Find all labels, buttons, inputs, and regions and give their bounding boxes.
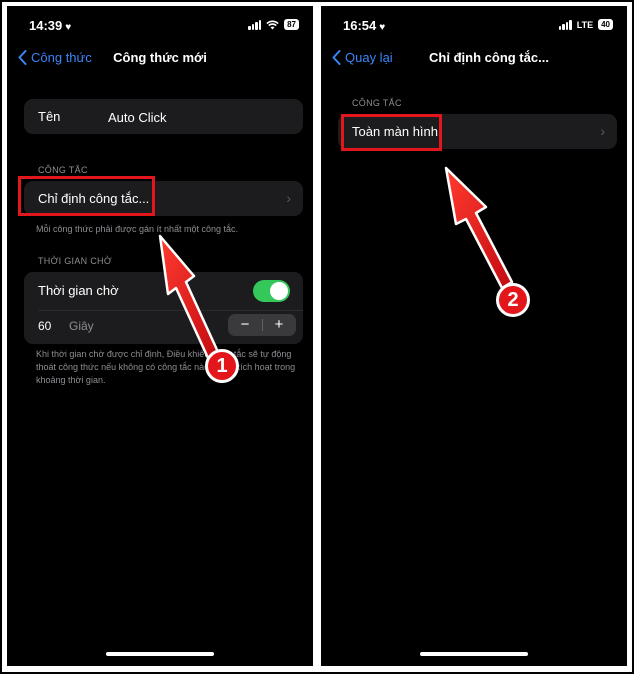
status-bar: 14:39 ♥ 87 xyxy=(7,18,313,34)
divider xyxy=(38,310,303,311)
switch-section-header: CÔNG TẮC xyxy=(38,165,88,175)
heart-icon: ♥ xyxy=(65,22,72,33)
status-time: 14:39 ♥ xyxy=(29,18,72,33)
home-indicator xyxy=(106,652,214,656)
battery-icon: 87 xyxy=(284,19,299,30)
highlight-box xyxy=(18,176,155,216)
timeout-toggle-label: Thời gian chờ xyxy=(38,283,119,298)
timeout-unit: Giây xyxy=(69,319,94,333)
cellular-signal-icon xyxy=(248,19,262,30)
name-value[interactable]: Auto Click xyxy=(108,110,167,125)
page-title: Chỉ định công tắc... xyxy=(429,50,549,65)
name-row[interactable]: Tên Auto Click xyxy=(24,99,303,134)
timeout-toggle[interactable] xyxy=(253,280,290,302)
highlight-box xyxy=(341,114,442,151)
chevron-right-icon: › xyxy=(286,190,291,206)
chevron-right-icon: › xyxy=(600,123,605,139)
status-time: 16:54 ♥ xyxy=(343,18,386,33)
step-badge-1: 1 xyxy=(205,349,239,383)
home-indicator xyxy=(420,652,528,656)
plus-button[interactable]: + xyxy=(262,314,296,336)
wifi-icon xyxy=(266,20,279,29)
timeout-card: Thời gian chờ 60 Giây − + xyxy=(24,272,303,344)
timeout-value: 60 xyxy=(38,319,52,333)
timeout-stepper[interactable]: − + xyxy=(228,314,296,336)
toggle-knob xyxy=(270,282,288,300)
switch-section-header: CÔNG TẮC xyxy=(352,98,402,108)
battery-icon: 40 xyxy=(598,19,613,30)
timeout-section-header: THỜI GIAN CHỜ xyxy=(38,256,112,266)
page-title: Công thức mới xyxy=(113,50,207,65)
cellular-signal-icon xyxy=(558,19,572,30)
nav-bar: Công thức Công thức mới xyxy=(7,48,313,70)
switch-section-footer: Mỗi công thức phải được gán ít nhất một … xyxy=(36,224,239,234)
chevron-left-icon xyxy=(332,50,341,65)
status-bar: 16:54 ♥ LTE 40 xyxy=(321,18,627,34)
minus-button[interactable]: − xyxy=(228,314,262,336)
phone-right: 16:54 ♥ LTE 40 Quay lại Chỉ định công tắc… xyxy=(321,6,627,666)
name-label: Tên xyxy=(38,109,61,124)
phone-left: 14:39 ♥ 87 Công thức Công thức mới Tên Au… xyxy=(7,6,313,666)
step-badge-2: 2 xyxy=(496,283,530,317)
timeout-section-footer: Khi thời gian chờ được chỉ định, Điều kh… xyxy=(36,349,296,385)
nav-bar: Quay lại Chỉ định công tắc... xyxy=(321,48,627,70)
network-type: LTE xyxy=(576,19,594,30)
heart-icon: ♥ xyxy=(379,22,386,33)
